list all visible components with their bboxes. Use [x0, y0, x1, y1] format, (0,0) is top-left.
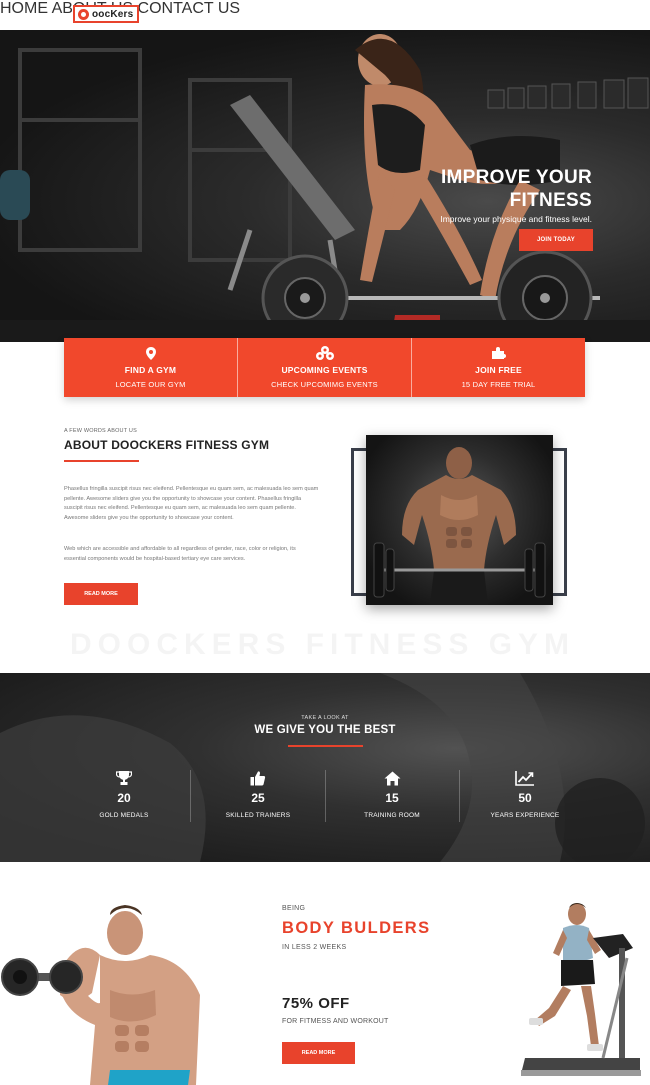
body-builders-kicker: BEING: [282, 905, 306, 912]
feature-title: JOIN FREE: [475, 365, 522, 375]
about-read-more-button[interactable]: READ MORE: [64, 583, 138, 605]
feature-boxes: FIND A GYM LOCATE OUR GYM UPCOMING EVENT…: [64, 338, 585, 397]
feature-subtitle: LOCATE OUR GYM: [115, 380, 186, 389]
puzzle-icon: [412, 346, 585, 360]
events-icon: [238, 346, 411, 360]
hero-subtitle: Improve your physique and fitness level.: [440, 214, 592, 224]
hero-banner: IMPROVE YOUR FITNESS Improve your physiq…: [0, 30, 650, 342]
stat-number: 25: [251, 791, 265, 805]
line-chart-icon: [458, 768, 592, 786]
stat-skilled-trainers: 25 SKILLED TRAINERS: [191, 768, 325, 819]
body-builders-title: BODY BULDERS: [282, 919, 431, 937]
muscle-man-photo: [0, 895, 245, 1085]
location-pin-icon: [64, 346, 237, 360]
hero-title: IMPROVE YOUR FITNESS: [441, 166, 592, 212]
stat-gold-medals: 20 GOLD MEDALS: [57, 768, 191, 819]
site-header: oocKers HOME ABOUT US CONTACT US: [0, 0, 650, 30]
offer-text: 75% OFF: [282, 995, 350, 1012]
thumbs-up-icon: [191, 768, 325, 786]
stat-label: YEARS EXPERIENCE: [490, 812, 560, 819]
stats-title: WE GIVE YOU THE BEST: [254, 724, 396, 736]
stat-number: 20: [117, 791, 131, 805]
home-icon: [325, 768, 459, 786]
about-title: ABOUT DOOCKERS FITNESS GYM: [64, 438, 270, 452]
body-builders-read-more-button[interactable]: READ MORE: [282, 1042, 355, 1064]
stats-title-underline: [288, 745, 363, 747]
stat-training-room: 15 TRAINING ROOM: [325, 768, 459, 819]
feature-subtitle: CHECK UPCOMIMG EVENTS: [271, 380, 378, 389]
about-paragraph-1: Phasellus fringilla suscipit risus nec e…: [64, 486, 319, 521]
logo-text: oocKers: [92, 8, 134, 20]
nav-home[interactable]: HOME: [0, 0, 48, 17]
stat-label: TRAINING ROOM: [364, 812, 420, 819]
feature-upcoming-events[interactable]: UPCOMING EVENTS CHECK UPCOMIMG EVENTS: [238, 338, 412, 397]
brand-logo[interactable]: oocKers: [73, 5, 139, 23]
feature-join-free[interactable]: JOIN FREE 15 DAY FREE TRIAL: [412, 338, 585, 397]
stat-number: 15: [385, 791, 399, 805]
stat-number: 50: [518, 791, 532, 805]
about-kicker: A FEW WORDS ABOUT US: [64, 428, 137, 434]
bodybuilder-photo: [366, 435, 553, 605]
faded-watermark-text: DOOCKERS FITNESS GYM: [70, 628, 575, 662]
feature-title: UPCOMING EVENTS: [281, 365, 368, 375]
about-title-underline: [64, 460, 139, 462]
nav-contact-us[interactable]: CONTACT US: [138, 0, 241, 17]
trophy-icon: [57, 768, 191, 786]
join-today-button[interactable]: JOIN TODAY: [519, 229, 593, 251]
stats-section: TAKE A LOOK AT WE GIVE YOU THE BEST 20 G…: [0, 673, 650, 862]
stats-kicker: TAKE A LOOK AT: [301, 715, 349, 721]
feature-find-gym[interactable]: FIND A GYM LOCATE OUR GYM: [64, 338, 238, 397]
feature-subtitle: 15 DAY FREE TRIAL: [461, 380, 536, 389]
stat-label: SKILLED TRAINERS: [225, 812, 291, 819]
offer-subtitle: FOR FITMESS AND WORKOUT: [282, 1018, 389, 1025]
stat-years-experience: 50 YEARS EXPERIENCE: [458, 768, 592, 819]
logo-mark-icon: [78, 8, 89, 20]
about-paragraph-2: Web which are accessible and affordable …: [64, 546, 296, 562]
body-builders-subtitle: IN LESS 2 WEEKS: [282, 944, 347, 951]
stat-label: GOLD MEDALS: [99, 812, 149, 819]
feature-title: FIND A GYM: [124, 365, 177, 375]
treadmill-runner-photo: [515, 898, 645, 1085]
hero-title-line-2: FITNESS: [509, 190, 592, 211]
hero-title-line-1: IMPROVE YOUR: [440, 167, 592, 188]
